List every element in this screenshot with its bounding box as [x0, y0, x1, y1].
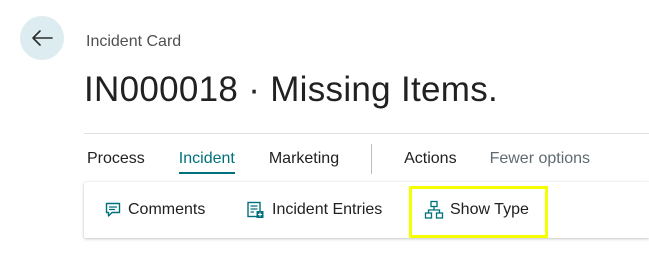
- show-type-label: Show Type: [450, 201, 529, 218]
- incident-card-page: Incident Card IN000018 · Missing Items. …: [0, 0, 649, 257]
- tab-marketing[interactable]: Marketing: [269, 142, 339, 176]
- comment-icon: [104, 201, 122, 219]
- show-type-button[interactable]: Show Type: [424, 182, 529, 238]
- tab-process[interactable]: Process: [87, 142, 145, 176]
- back-button[interactable]: [20, 16, 64, 60]
- comments-label: Comments: [128, 201, 206, 218]
- tab-separator: [371, 144, 373, 174]
- incident-entries-label: Incident Entries: [272, 201, 383, 218]
- page-title: IN000018 · Missing Items.: [84, 70, 499, 109]
- comments-button[interactable]: Comments: [104, 182, 205, 238]
- arrow-left-icon: [31, 29, 53, 47]
- tab-actions[interactable]: Actions: [404, 142, 456, 176]
- action-tabs: Process Incident Marketing Actions Fewer…: [84, 140, 590, 178]
- tab-incident[interactable]: Incident: [178, 142, 235, 176]
- action-bar: Comments Incident Entries Show Type: [84, 182, 649, 238]
- fewer-options-button[interactable]: Fewer options: [490, 142, 591, 176]
- hierarchy-icon: [424, 200, 444, 220]
- header-divider: [84, 133, 649, 134]
- incident-entries-button[interactable]: Incident Entries: [246, 182, 382, 238]
- entries-icon: [246, 200, 266, 220]
- page-caption: Incident Card: [86, 33, 182, 50]
